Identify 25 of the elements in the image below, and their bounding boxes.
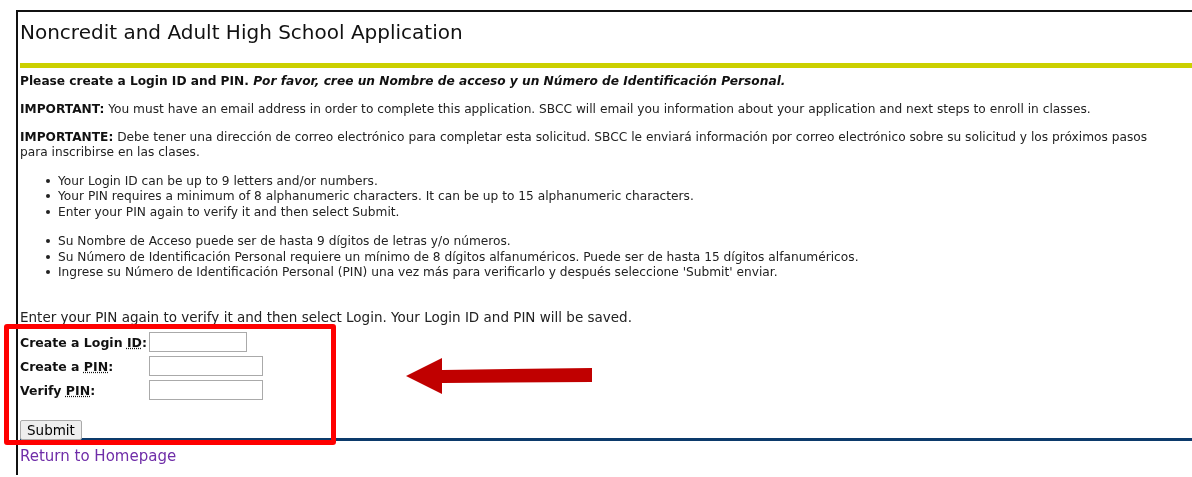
bullet-item: Su Número de Identificación Personal requiere un mínimo de 8 dígitos alfanuméricos. Puede ser de hasta 15 dígitos alfanuméricos. — [58, 248, 859, 265]
bullet-icon — [46, 270, 50, 275]
instruction-text: Enter your PIN again to verify it and then select Login. Your Login ID and PIN will be saved. — [20, 309, 633, 326]
field-label: Create a PIN: — [20, 358, 115, 374]
bullet-icon — [46, 209, 50, 214]
input-field[interactable] — [149, 356, 263, 376]
bullet-item: Your Login ID can be up to 9 letters and/or numbers. — [58, 172, 378, 189]
bullet-icon — [46, 254, 50, 259]
homepage-link[interactable]: Return to Homepage — [20, 447, 177, 465]
page-title: Noncredit and Adult High School Application — [20, 20, 464, 44]
field-label: Verify PIN: — [20, 382, 97, 398]
bullet-item: Your PIN requires a minimum of 8 alphanumeric characters. It can be up to 15 alphanumeric characters. — [58, 188, 694, 205]
notice-text: IMPORTANT: You must have an email address in order to complete this application. SBCC will email you information about your application and next steps to enroll in classes. — [20, 102, 1092, 117]
notice-text: IMPORTANTE: Debe tener una dirección de correo electrónico para completar esta solicitud. SBCC le enviará información por correo electrónico sobre su solicitud y los próximos pasos para inscribirse en las clases. — [20, 130, 1149, 160]
input-field[interactable] — [149, 332, 247, 352]
bullet-item: Enter your PIN again to verify it and then select Submit. — [58, 203, 400, 220]
intro-text: Please create a Login ID and PIN. Por favor, cree un Nombre de acceso y un Número de Identificación Personal. — [20, 74, 787, 89]
bullet-item: Su Nombre de Acceso puede ser de hasta 9 dígitos de letras y/o números. — [58, 233, 511, 250]
bullet-item: Ingrese su Número de Identificación Personal (PIN) una vez más para verificarlo y después seleccione 'Submit' enviar. — [58, 264, 778, 281]
bullet-icon — [46, 178, 50, 183]
bullet-icon — [46, 194, 50, 199]
bullet-icon — [46, 239, 50, 244]
input-field[interactable] — [149, 380, 263, 400]
field-label: Create a Login ID: — [20, 334, 148, 350]
submit-button[interactable]: Submit — [20, 420, 82, 440]
